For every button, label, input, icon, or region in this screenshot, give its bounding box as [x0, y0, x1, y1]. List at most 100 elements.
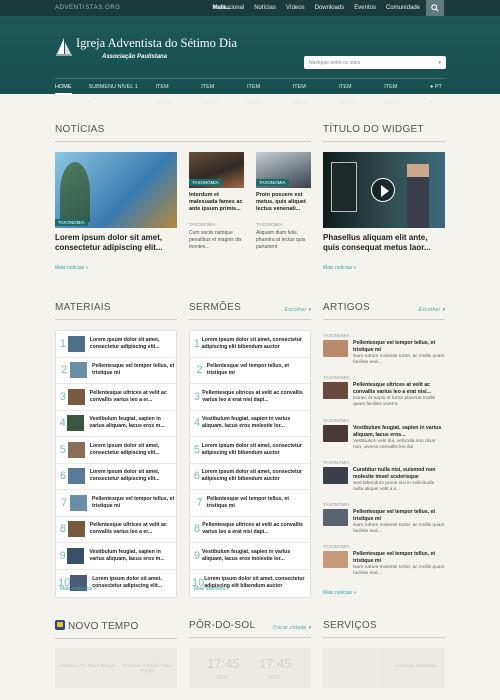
list-item[interactable]: 3 Pellentesque ultrices at velit ac conva… — [56, 384, 176, 411]
news-item1-tag[interactable]: TAXONOMIA — [189, 179, 222, 186]
list-item[interactable]: 3 Pellentesque ultrices at velit ac conva… — [190, 384, 310, 411]
widget-video-title[interactable]: Phasellus aliquam elit ante, quis conseq… — [323, 233, 445, 253]
chevron-down-icon: ▾ — [88, 99, 92, 106]
sermoes-choose-dropdown[interactable]: Escolher ▾ — [285, 307, 311, 313]
play-icon[interactable] — [371, 178, 395, 202]
section-artigos-title: ARTIGOS — [323, 302, 370, 313]
article-title: Pellentesque ultrices at velit ac conval… — [353, 382, 431, 395]
news-item1-title[interactable]: Interdum et malesuada fames ac ante ipsu… — [189, 192, 247, 213]
materiais-more-link[interactable]: Mais materiais » — [60, 586, 96, 592]
section-por-do-sol-title: PÔR-DO-SOL — [189, 620, 256, 631]
list-item[interactable]: 5 Lorem ipsum dolor sit amet, consectetur… — [190, 437, 310, 464]
sermoes-more-link[interactable]: Mais sermões » — [194, 586, 229, 592]
article-taxonomy[interactable]: TAXONOMIA — [323, 544, 445, 551]
article-taxonomy[interactable]: TAXONOMIA — [323, 418, 445, 425]
list-item[interactable]: 5 Lorem ipsum dolor sit amet, consectetur… — [56, 437, 176, 464]
item-title: Pellentesque ultrices at velit ac conval… — [202, 389, 303, 403]
news-item2-taxonomy[interactable]: TAXONOMIA — [256, 222, 283, 227]
article-item[interactable]: TAXONOMIA Curabitur nulla nisi, euismod n… — [323, 460, 445, 494]
site-search-input[interactable]: Navegue entre os sites ▾ — [304, 56, 446, 69]
list-item[interactable]: 2 Pellentesque vel tempor tellus, et tris… — [56, 358, 176, 384]
top-link-videos[interactable]: Vídeos — [286, 5, 305, 11]
top-link-noticias[interactable]: Notícias — [254, 5, 276, 11]
sunset-time-1: 17:45 — [207, 656, 240, 671]
article-item[interactable]: TAXONOMIA Pellentesque vel tempor tellus,… — [323, 544, 445, 578]
list-item[interactable]: 6 Lorem ipsum dolor sit amet, consectetur… — [56, 464, 176, 490]
list-item[interactable]: 4 Vestibulum feugiat, sapien in varius al… — [190, 411, 310, 437]
top-link-more[interactable]: Mais... — [213, 5, 231, 11]
connect-link[interactable]: Conectar adventista — [389, 664, 443, 669]
radio-link[interactable]: Sintonize a Rádio Novo Tempo — [119, 664, 175, 674]
list-item[interactable]: 7 Pellentesque vel tempor tellus, et tris… — [56, 490, 176, 517]
news-more-link[interactable]: Mais notícias » — [55, 265, 88, 271]
list-item[interactable]: 6 Lorem ipsum dolor sit amet, consectetur… — [190, 464, 310, 490]
artigos-choose-dropdown[interactable]: Escolher ▾ — [419, 307, 445, 313]
news-item1-image[interactable]: TAXONOMIA — [189, 152, 244, 188]
item-title: Vestibulum feugiat, sapien in varius ali… — [89, 548, 165, 562]
article-taxonomy[interactable]: TAXONOMIA — [323, 333, 445, 340]
list-item[interactable]: 8 Pellentesque ultrices at velit ac conva… — [56, 517, 176, 543]
list-item[interactable]: 9 Vestibulum feugiat, sapien in varius al… — [190, 543, 310, 570]
list-item[interactable]: 10 Lorem ipsum dolor sit amet, consectetu… — [56, 570, 176, 597]
widget-more-link[interactable]: Mais notícias » — [323, 265, 356, 271]
article-title: Pellentesque vel tempor tellus, et trist… — [353, 509, 436, 522]
item-number: 7 — [196, 496, 203, 509]
artigos-more-link[interactable]: Mais notícias » — [323, 590, 356, 596]
top-link-downloads[interactable]: Downloads — [315, 5, 345, 11]
nav-item-2[interactable]: ITEM MENU — [201, 79, 230, 106]
list-item[interactable]: 2 Pellentesque vel tempor tellus, et tris… — [190, 358, 310, 384]
news-main-tag[interactable]: TAXONOMIA — [55, 219, 88, 226]
top-link-eventos[interactable]: Eventos — [354, 5, 376, 11]
article-item[interactable]: TAXONOMIA Vestibulum feugiat, sapien in v… — [323, 418, 445, 452]
list-item[interactable]: 4 Vestibulum feugiat, sapien in varius al… — [56, 411, 176, 437]
item-title: Vestibulum feugiat, sapien in varius ali… — [89, 416, 165, 430]
list-item[interactable]: 7 Pellentesque vel tempor tellus, et tris… — [190, 490, 310, 517]
nav-home[interactable]: HOME — [55, 79, 72, 95]
novo-tempo-logo-icon — [55, 620, 65, 630]
news-item2-tag[interactable]: TAXONOMIA — [256, 179, 289, 186]
list-item[interactable]: 8 Pellentesque ultrices at velit ac conva… — [190, 517, 310, 543]
site-link[interactable]: ADVENTISTAS.ORG — [55, 5, 121, 11]
list-item[interactable]: 9 Vestibulum feugiat, sapien in varius al… — [56, 543, 176, 570]
item-number: 1 — [193, 337, 200, 350]
globe-icon: ● — [430, 83, 434, 90]
item-number: 6 — [193, 470, 200, 483]
news-main-image[interactable]: TAXONOMIA — [55, 152, 177, 228]
news-item1-text: Cum sociis natoque penatibus et magnis d… — [189, 230, 242, 250]
nav-item-6[interactable]: ITEM MENU — [384, 79, 413, 106]
article-taxonomy[interactable]: TAXONOMIA — [323, 375, 445, 382]
list-item[interactable]: 10 Lorem ipsum dolor sit amet, consectetu… — [190, 570, 310, 597]
article-item[interactable]: TAXONOMIA Pellentesque vel tempor tellus,… — [323, 502, 445, 536]
change-city-dropdown[interactable]: Trocar cidade ▾ — [272, 625, 311, 631]
nav-item-5[interactable]: ITEM MENU — [339, 79, 368, 106]
article-taxonomy[interactable]: TAXONOMIA — [323, 502, 445, 509]
top-search-button[interactable] — [426, 0, 444, 16]
article-title: Vestibulum feugiat, sapien in varius ali… — [353, 425, 442, 438]
list-item[interactable]: 1 Lorem ipsum dolor sit amet, consectetur… — [190, 331, 310, 358]
article-avatar — [323, 340, 348, 357]
top-link-comunidade[interactable]: Comunidade — [386, 5, 420, 11]
nav-submenu[interactable]: SUBMENU NÍVEL 1 ▾ — [89, 79, 139, 106]
watch-tv-link[interactable]: Assista à TV Novo Tempo — [59, 664, 115, 669]
news-item1-taxonomy[interactable]: TAXONOMIA — [189, 222, 216, 227]
item-number: 2 — [60, 364, 68, 377]
widget-video-thumb[interactable] — [323, 152, 445, 228]
news-item2-title[interactable]: Proin posuere est metus, quis aliquet le… — [256, 192, 314, 213]
article-text: Vestibulum velit dui, vehicula non risus… — [353, 438, 436, 450]
item-thumb — [67, 547, 85, 564]
article-item[interactable]: TAXONOMIA Pellentesque vel tempor tellus,… — [323, 333, 445, 367]
nav-item-3[interactable]: ITEM MENU — [247, 79, 276, 106]
article-taxonomy[interactable]: TAXONOMIA — [323, 460, 445, 467]
item-title: Pellentesque ultrices at velit ac conval… — [202, 522, 303, 536]
logo[interactable]: Igreja Adventista do Sétimo Dia Associaç… — [55, 36, 237, 60]
news-main-title[interactable]: Lorem ipsum dolor sit amet, consectetur … — [55, 233, 177, 253]
news-item2-image[interactable]: TAXONOMIA — [256, 152, 311, 188]
list-item[interactable]: 1 Lorem ipsum dolor sit amet, consectetur… — [56, 331, 176, 358]
choose-label: Escolher — [284, 307, 307, 313]
language-selector[interactable]: ● PT ▾ — [430, 79, 445, 106]
section-por-do-sol: PÔR-DO-SOL Trocar cidade ▾ — [189, 620, 311, 638]
nav-item-4[interactable]: ITEM MENU — [293, 79, 322, 106]
item-number: 5 — [193, 443, 200, 456]
nav-item-1[interactable]: ITEM MENU — [155, 79, 184, 106]
article-item[interactable]: TAXONOMIA Pellentesque ultrices at velit … — [323, 375, 445, 409]
